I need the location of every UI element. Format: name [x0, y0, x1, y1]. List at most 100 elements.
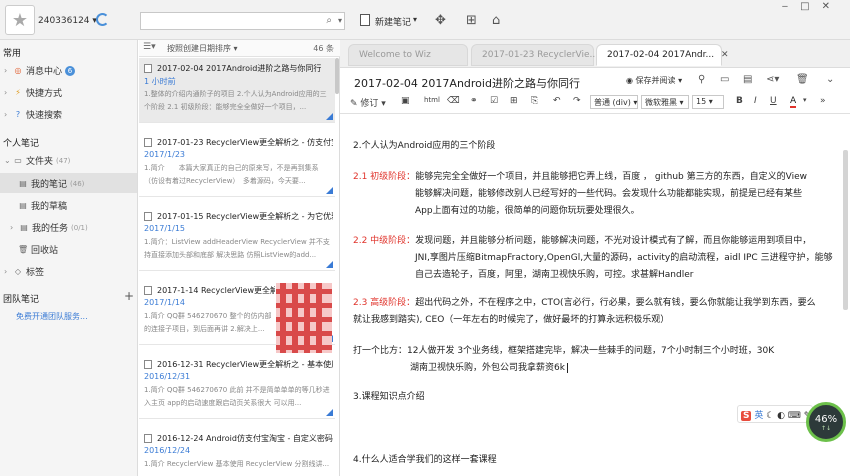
chevron-down-icon[interactable]: ⌄: [826, 74, 834, 85]
insert-icon[interactable]: ⎘: [531, 96, 538, 106]
page-title: 2017-02-04 2017Android进阶之路与你同行: [354, 77, 580, 90]
shortcut-icon: ⚡: [15, 87, 21, 97]
new-note-icon[interactable]: [360, 14, 370, 26]
close-icon[interactable]: ✕: [822, 1, 842, 12]
note-icon: [144, 212, 152, 221]
note-icon: [144, 434, 152, 443]
paragraph-style-select[interactable]: 普通 (div) ▾: [590, 95, 638, 109]
sidebar-item-my-notes[interactable]: ▤ 我的笔记 (46): [18, 177, 84, 191]
paragraph: 自己去造轮子，百度，阿里，湖南卫视快乐购，可控。求甚解Handler: [415, 270, 694, 280]
paragraph: 打一个比方：12人做开发 3个业务线，框架搭建完毕，解决一些棘手的问题，7个小时…: [353, 346, 775, 356]
tab-bar: Welcome to Wiz 2017-01-23 RecyclerVie...…: [340, 40, 850, 68]
corner-marker-icon: [326, 261, 333, 268]
corner-marker-icon: [326, 113, 333, 120]
text-cursor: [566, 363, 568, 373]
minimize-icon[interactable]: ‒: [782, 1, 800, 12]
chevron-right-icon: ›: [4, 88, 8, 97]
sidebar-item-tasks[interactable]: › ▤ 我的任务 (0/1): [10, 221, 88, 235]
tab-welcome[interactable]: Welcome to Wiz: [348, 44, 468, 66]
ime-lang[interactable]: 英: [754, 411, 763, 421]
list-item[interactable]: 2017-01-23 RecyclerView更全解析之 - 仿支付宝... 20…: [139, 132, 335, 197]
chevron-down-icon[interactable]: ▾: [338, 16, 342, 25]
paragraph: 2.2 中级阶段：发现问题，并且能够分析问题，能够解决问题，不光对设计模式有了解…: [353, 236, 812, 246]
html-icon[interactable]: html: [424, 96, 440, 104]
tab-recyclerview[interactable]: 2017-01-23 RecyclerVie...: [471, 44, 598, 66]
note-icon: [144, 138, 152, 147]
ime-toolbar[interactable]: S 英 ☾ ◐ ⌨ ✎: [737, 405, 813, 423]
list-header: ☰▾ 按照创建日期排序 ▾ 46 条: [139, 40, 340, 57]
edit-button[interactable]: ✎ 修订 ▾: [350, 96, 386, 109]
more-icon[interactable]: »: [820, 96, 826, 106]
comment-icon[interactable]: ▭: [720, 74, 729, 85]
add-team-icon[interactable]: +: [124, 289, 134, 303]
section-heading: 团队笔记: [3, 295, 40, 305]
checkbox-icon[interactable]: ☑: [490, 96, 498, 106]
chevron-down-icon: ⌄: [4, 156, 11, 165]
font-color-button[interactable]: A: [790, 96, 797, 108]
paragraph: 4.什么人适合学我们的这样一套课程: [353, 455, 497, 465]
sort-dropdown[interactable]: 按照创建日期排序 ▾: [167, 43, 238, 54]
list-view-icon[interactable]: ☰▾: [143, 42, 156, 52]
list-item[interactable]: 2017-02-04 2017Android进阶之路与你同行 1 小时前 1.整体的…: [139, 58, 335, 123]
new-note-button[interactable]: 新建笔记: [375, 15, 411, 28]
window-controls[interactable]: ‒□✕: [782, 1, 842, 12]
avatar[interactable]: ★: [5, 5, 35, 35]
note-thumbnail: [276, 283, 332, 353]
info-icon[interactable]: ▤: [743, 74, 752, 85]
list-item[interactable]: 2016-12-24 Android仿支付宝淘宝 - 自定义密码... 2016/…: [139, 428, 335, 476]
sidebar-item-trash[interactable]: 🗑 回收站: [18, 243, 58, 257]
chevron-down-icon[interactable]: ▾: [803, 96, 807, 104]
save-icon[interactable]: ▣: [401, 96, 410, 106]
note-icon: [144, 64, 152, 73]
list-item[interactable]: 2016-12-31 RecyclerView更全解析之 - 基本使用... 20…: [139, 354, 335, 419]
user-account-dropdown[interactable]: 240336124 ▾: [38, 16, 97, 26]
memory-gauge[interactable]: 46% ↑↓: [806, 402, 846, 442]
task-icon: ▤: [20, 222, 28, 232]
font-family-select[interactable]: 微软雅黑 ▾: [641, 95, 689, 109]
font-size-select[interactable]: 15 ▾: [692, 95, 724, 109]
corner-marker-icon: [326, 187, 333, 194]
close-icon[interactable]: ✕: [721, 50, 729, 60]
ime-icons[interactable]: ☾ ◐ ⌨ ✎: [766, 411, 811, 421]
sidebar-item-tags[interactable]: › ◇ 标签: [4, 265, 44, 279]
tag-icon: ◇: [14, 266, 22, 276]
editor-scrollbar[interactable]: [843, 150, 848, 310]
chevron-down-icon[interactable]: ▾: [413, 15, 417, 24]
list-item[interactable]: 2017-01-15 RecyclerView更全解析之 - 为它优雅... 20…: [139, 206, 335, 271]
home-icon[interactable]: ⌂: [492, 13, 500, 28]
tab-current-note[interactable]: 2017-02-04 2017Andr... ✕: [596, 44, 729, 66]
sidebar-item-shortcuts[interactable]: › ⚡ 快捷方式: [4, 86, 62, 100]
sync-icon[interactable]: [96, 13, 109, 26]
grid-view-icon[interactable]: ⊞: [466, 13, 477, 28]
star-icon: ★: [11, 9, 29, 31]
search-icon[interactable]: ⌕: [326, 15, 332, 26]
attachment-icon[interactable]: ⚲: [698, 74, 705, 85]
trash-icon: 🗑: [18, 244, 29, 254]
maximize-icon[interactable]: □: [800, 1, 821, 12]
arrow-icon: ↑↓: [820, 425, 832, 432]
section-heading: 个人笔记: [3, 139, 40, 149]
move-icon[interactable]: ✥: [435, 13, 446, 28]
search-input[interactable]: ⌕ ▾: [140, 12, 345, 30]
share-icon[interactable]: ⋖▾: [766, 74, 779, 85]
read-mode-button[interactable]: ◉ 保存并阅读 ▾: [626, 75, 682, 86]
sidebar-item-messages[interactable]: › ◎ 消息中心 6: [4, 64, 76, 77]
redo-icon[interactable]: ↷: [573, 96, 581, 106]
note-folder-icon: ▤: [19, 178, 27, 188]
format-painter-icon[interactable]: ⌫: [447, 96, 460, 106]
ime-logo-icon: S: [741, 411, 752, 421]
underline-button[interactable]: U: [770, 96, 777, 106]
sidebar-item-quick-search[interactable]: ›? 快速搜索: [4, 108, 62, 122]
bold-button[interactable]: B: [736, 96, 743, 106]
table-icon[interactable]: ⊞: [510, 96, 518, 106]
team-service-link[interactable]: 免费开通团队服务...: [16, 311, 88, 322]
sidebar-item-drafts[interactable]: ▤ 我的草稿: [18, 199, 67, 213]
link-icon[interactable]: ⚭: [470, 96, 478, 106]
list-scrollbar[interactable]: [335, 58, 339, 94]
undo-icon[interactable]: ↶: [553, 96, 561, 106]
chevron-right-icon: ›: [4, 267, 8, 276]
sidebar-item-folders[interactable]: ⌄ ▭ 文件夹 (47): [4, 154, 70, 168]
paragraph: 就让我感到踏实), CEO（一年左右的时候完了，做好最坏的打算永远积极乐观）: [353, 315, 670, 325]
delete-icon[interactable]: 🗑: [796, 74, 809, 85]
italic-button[interactable]: I: [754, 96, 757, 106]
